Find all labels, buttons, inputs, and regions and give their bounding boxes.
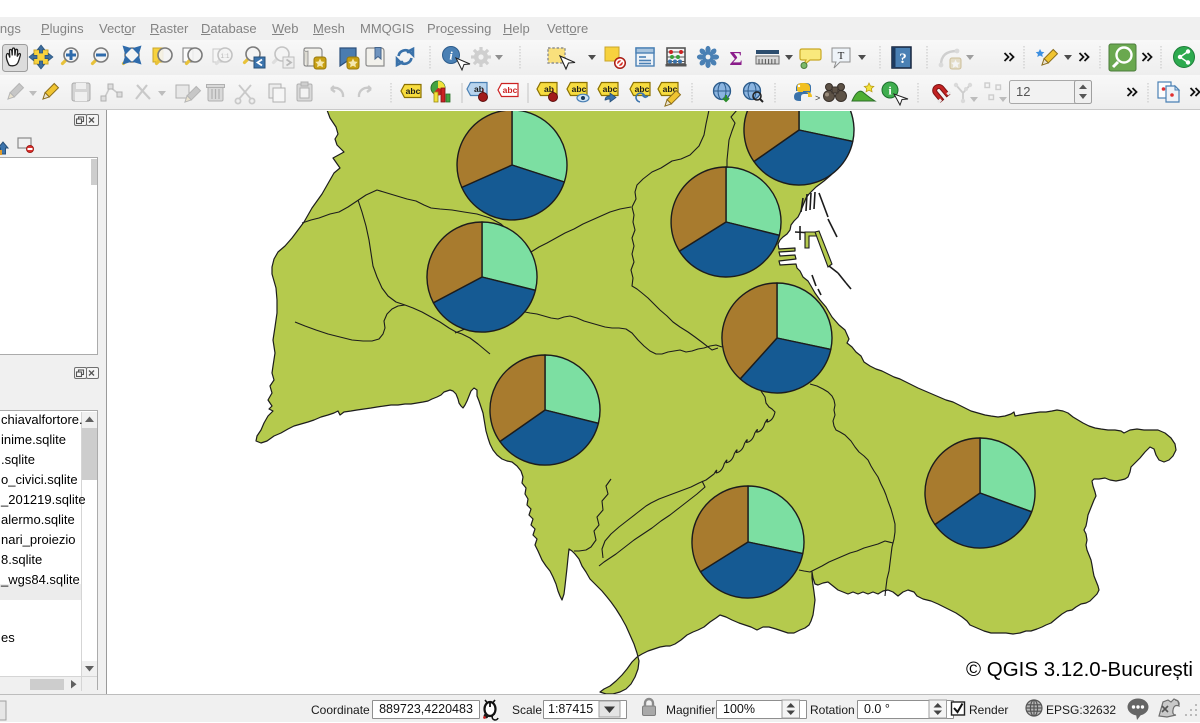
svg-text:abc: abc (503, 85, 518, 95)
svg-text:1:1: 1:1 (220, 53, 229, 60)
svg-text:abc: abc (406, 86, 421, 96)
svg-text:abc: abc (572, 84, 587, 94)
svg-text:>: > (815, 93, 820, 103)
svg-text:© QGIS 3.12.0-București: © QGIS 3.12.0-București (966, 658, 1193, 681)
svg-text:?: ? (899, 51, 907, 67)
svg-text:Σ: Σ (729, 48, 742, 70)
svg-text:12: 12 (1016, 84, 1030, 99)
svg-text:T: T (838, 50, 845, 62)
